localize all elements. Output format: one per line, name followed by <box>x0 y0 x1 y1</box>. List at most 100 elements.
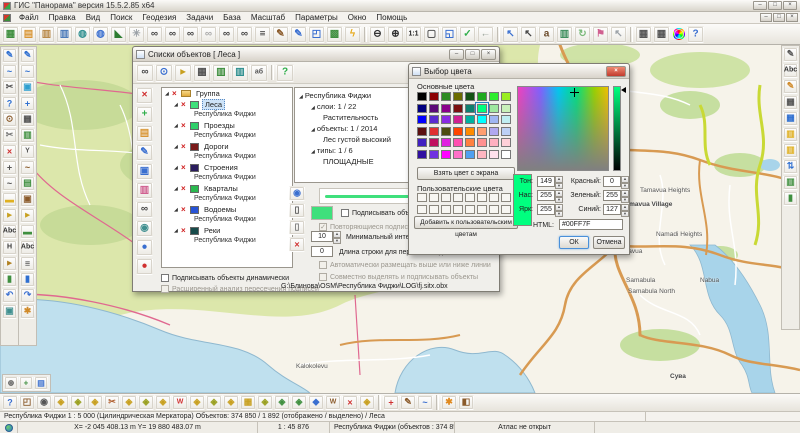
visibility-x-icon[interactable]: × <box>172 89 181 98</box>
pencil-map-icon[interactable]: ✎ <box>400 395 416 410</box>
basic-color-swatch[interactable] <box>465 150 475 159</box>
menu-окно[interactable]: Окно <box>343 13 372 22</box>
visibility-x-icon[interactable]: × <box>181 142 190 151</box>
move-region-icon[interactable]: ◈ <box>223 395 239 410</box>
custom-color-slot[interactable] <box>453 205 463 214</box>
basic-color-swatch[interactable] <box>501 104 511 113</box>
open-map-blue-icon[interactable]: ▥ <box>56 26 73 43</box>
html-color-input[interactable]: #00FF7F <box>559 219 623 230</box>
measure-map-icon[interactable]: ~ <box>417 395 433 410</box>
mdi-close-button[interactable]: × <box>786 13 798 22</box>
find-map-icon[interactable]: ▩ <box>326 26 343 43</box>
route-icon[interactable]: ⚑ <box>592 26 609 43</box>
object-lists-titlebar[interactable]: Списки объектов [ Леса ] –□× <box>133 47 499 62</box>
map-yellow-2-icon[interactable]: ▥ <box>783 143 798 158</box>
open-globe-blue-icon[interactable]: ◍ <box>92 26 109 43</box>
exit-door-icon[interactable]: ◧ <box>458 395 474 410</box>
help-icon[interactable]: ? <box>276 64 294 82</box>
branch-icon[interactable]: Y <box>20 144 35 159</box>
grid-region-icon[interactable]: ▦ <box>240 395 256 410</box>
value-slider-marker[interactable] <box>621 87 626 93</box>
field-тон[interactable]: 149▲▼ <box>537 176 563 189</box>
text-h-icon[interactable]: H <box>2 240 17 255</box>
basic-color-swatch[interactable] <box>417 104 427 113</box>
basic-color-swatch[interactable] <box>489 115 499 124</box>
custom-color-slot[interactable] <box>489 205 499 214</box>
select-cursor-2-icon[interactable]: ↖ <box>520 26 537 43</box>
update-region-icon[interactable]: ◈ <box>189 395 205 410</box>
basic-color-swatch[interactable] <box>417 150 427 159</box>
visibility-x-icon[interactable]: × <box>181 121 190 130</box>
zoom-window-icon[interactable]: ⊕ <box>4 376 18 390</box>
tree-item-label[interactable]: Реки <box>202 226 222 235</box>
mdi-minimize-button[interactable]: – <box>760 13 772 22</box>
checkbox-box[interactable] <box>319 273 327 281</box>
stats-icon[interactable]: ▮ <box>2 272 17 287</box>
layers-icon[interactable]: ▤ <box>34 376 48 390</box>
fit-frame-icon[interactable]: ▢ <box>423 26 440 43</box>
spin-arrows[interactable]: ▲▼ <box>555 190 563 203</box>
map-transfer-2-icon[interactable]: ▥ <box>231 64 249 82</box>
color-picker-close-button[interactable]: × <box>606 66 626 77</box>
custom-color-slot[interactable] <box>441 205 451 214</box>
tree-item-Дороги[interactable]: ◢×Дороги <box>162 141 292 152</box>
basic-color-swatch[interactable] <box>465 104 475 113</box>
expand-arrow-icon[interactable]: ◢ <box>311 149 315 155</box>
tree-item-label[interactable]: Дороги <box>202 142 231 151</box>
ok-button[interactable]: ОК <box>559 236 589 249</box>
expand-arrow-icon[interactable]: ◢ <box>311 127 315 133</box>
basic-color-swatch[interactable] <box>441 150 451 159</box>
basic-color-swatch[interactable] <box>417 127 427 136</box>
region-w-icon[interactable]: W <box>172 395 188 410</box>
custom-color-slot[interactable] <box>465 193 475 202</box>
basic-color-swatch[interactable] <box>501 127 511 136</box>
expand-arrow-icon[interactable]: ◢ <box>311 105 315 111</box>
tree-item-Водоемы[interactable]: ◢×Водоемы <box>162 204 292 215</box>
visibility-x-icon[interactable]: × <box>181 205 190 214</box>
pan-icon[interactable]: + <box>19 376 33 390</box>
search-on-map-icon[interactable]: ⊙ <box>155 64 173 82</box>
tree-item-label[interactable]: Группа <box>194 89 222 98</box>
region-blue-icon[interactable]: ◆ <box>308 395 324 410</box>
draw-arc-icon[interactable]: ~ <box>20 64 35 79</box>
value-slider[interactable] <box>613 86 621 171</box>
find-object-4-icon[interactable]: ∞ <box>218 26 235 43</box>
camera-icon[interactable]: ◉ <box>36 395 52 410</box>
select-cursor-icon[interactable]: ↖ <box>502 26 519 43</box>
min-interval-spinner[interactable]: 10 ▲▼ <box>311 231 341 244</box>
save-list-icon[interactable]: ▣ <box>136 163 153 180</box>
basic-color-swatch[interactable] <box>489 138 499 147</box>
dialog-maximize-button[interactable]: □ <box>465 49 480 60</box>
field-синий[interactable]: 127▲▼ <box>603 204 629 217</box>
spheres-red-icon[interactable]: ● <box>136 258 153 275</box>
find-object-icon[interactable]: ∞ <box>146 26 163 43</box>
pointer-help-icon[interactable]: ? <box>2 395 18 410</box>
minimize-button[interactable]: – <box>753 1 767 10</box>
smooth-line-icon[interactable]: ~ <box>2 176 17 191</box>
dialog-minimize-button[interactable]: – <box>449 49 464 60</box>
apply-check-icon[interactable]: ✓ <box>459 26 476 43</box>
close-button[interactable]: × <box>783 1 797 10</box>
custom-color-slot[interactable] <box>441 193 451 202</box>
redo-icon[interactable]: ↷ <box>20 288 35 303</box>
open-list-icon[interactable]: ▤ <box>136 125 153 142</box>
field-value[interactable]: 255 <box>537 204 555 215</box>
basic-color-swatch[interactable] <box>453 115 463 124</box>
grid-icon[interactable]: ▦ <box>20 112 35 127</box>
green-map-icon[interactable]: ▥ <box>20 128 35 143</box>
add-list-icon[interactable]: + <box>136 106 153 123</box>
expand-arrow-icon[interactable]: ◢ <box>174 186 181 192</box>
map-search-icon[interactable]: ▥ <box>136 182 153 199</box>
menu-файл[interactable]: Файл <box>14 13 44 22</box>
scale-1-1-icon[interactable]: 1:1 <box>405 26 422 43</box>
basic-color-swatch[interactable] <box>441 127 451 136</box>
help-pointer-icon[interactable]: ? <box>687 26 704 43</box>
table-device-icon[interactable]: ▦ <box>193 64 211 82</box>
dialog-close-button[interactable]: × <box>481 49 496 60</box>
select-map-icon[interactable]: ▥ <box>556 26 573 43</box>
basic-color-swatch[interactable] <box>465 92 475 101</box>
tree-item-Проезды[interactable]: ◢×Проезды <box>162 120 292 131</box>
tree-item-Группа[interactable]: ◢×Группа <box>162 88 292 99</box>
open-map-icon[interactable]: ▥ <box>38 26 55 43</box>
pick-from-screen-button[interactable]: Взять цвет с экрана <box>417 167 515 180</box>
